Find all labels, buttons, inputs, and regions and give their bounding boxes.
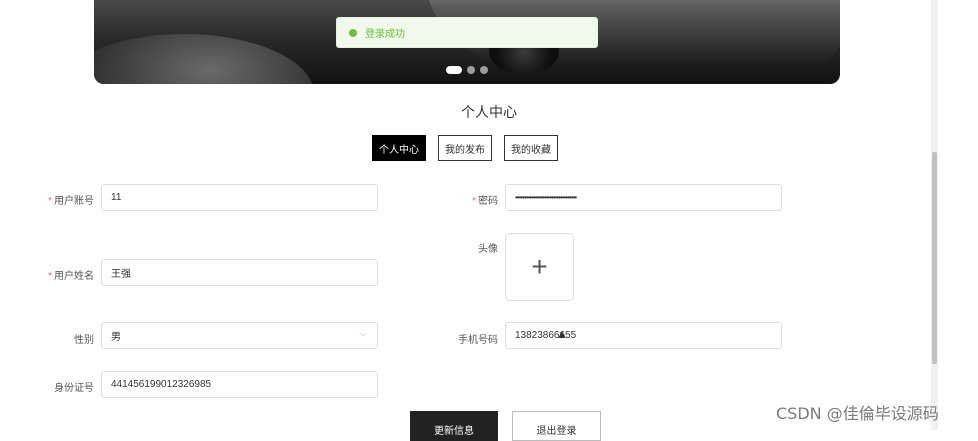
password-label: * 密码 [472, 196, 498, 207]
account-label: * 用户账号 [48, 196, 94, 207]
name-label: * 用户姓名 [48, 271, 94, 282]
phone-label: 手机号码 [458, 335, 498, 346]
scrollbar-thumb[interactable] [932, 152, 937, 364]
success-icon [349, 28, 357, 37]
avatar-upload[interactable]: + [505, 233, 574, 301]
tab-my-posts[interactable]: 我的发布 [438, 135, 492, 161]
gender-label: 性别 [74, 335, 94, 346]
name-input[interactable]: 王强 [101, 259, 378, 286]
plus-icon: + [531, 251, 548, 282]
carousel-dot-2[interactable] [467, 66, 475, 74]
gender-select[interactable]: 男 ﹀ [101, 322, 378, 349]
phone-input[interactable]: 13823866655 [505, 322, 782, 349]
idcard-input[interactable]: 441456199012326985 [101, 371, 378, 398]
carousel-dot-3[interactable] [480, 66, 488, 74]
watermark: CSDN @佳倫毕设源码 [776, 404, 939, 423]
avatar-label: 头像 [478, 244, 498, 255]
carousel-dot-1[interactable] [446, 66, 462, 74]
chevron-down-icon: ﹀ [359, 333, 367, 342]
tab-my-favorites[interactable]: 我的收藏 [504, 135, 558, 161]
tab-personal-center[interactable]: 个人中心 [372, 135, 426, 161]
update-info-button[interactable]: 更新信息 [410, 411, 498, 441]
success-toast: 登录成功 [336, 17, 598, 48]
banner-road-shape [94, 34, 314, 84]
carousel-indicators [446, 66, 488, 74]
logout-button[interactable]: 退出登录 [512, 411, 601, 441]
password-input[interactable]: •••••••••••••••••••••••••••••••••• [505, 184, 782, 211]
tab-bar: 个人中心 我的发布 我的收藏 [372, 135, 558, 161]
account-input[interactable]: 11 [101, 184, 378, 211]
idcard-label: 身份证号 [54, 383, 94, 394]
mouse-cursor-icon: ▲ [556, 327, 568, 341]
toast-message: 登录成功 [365, 29, 405, 40]
page-title: 个人中心 [461, 104, 517, 120]
